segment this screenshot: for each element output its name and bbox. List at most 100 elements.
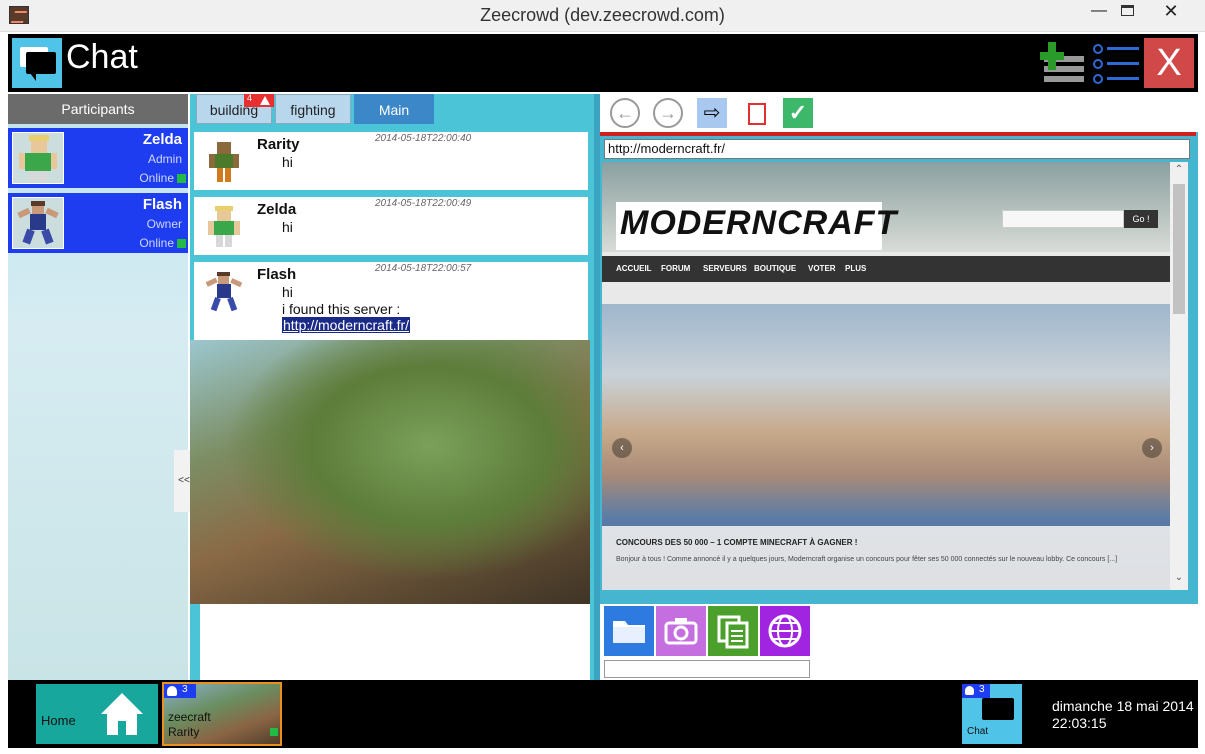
notification-badge: 4: [244, 93, 274, 107]
site-menu-item[interactable]: BOUTIQUE: [754, 264, 796, 273]
participant-role: Admin: [147, 152, 182, 166]
site-menu-item[interactable]: PLUS: [845, 264, 866, 273]
message-link[interactable]: http://moderncraft.fr/: [282, 317, 411, 333]
avatar: [12, 132, 64, 184]
message-author: Rarity: [257, 136, 300, 153]
online-indicator: [177, 174, 186, 183]
copy-icon[interactable]: [708, 606, 758, 656]
site-search-button[interactable]: Go !: [1124, 210, 1158, 228]
site-menu-item[interactable]: SERVEURS: [703, 264, 747, 273]
badge-count: 4: [247, 93, 253, 103]
page-title: Chat: [66, 38, 138, 76]
browser-toolbar: ← → ⇨ ✓: [600, 94, 1198, 132]
maximize-button[interactable]: [1113, 0, 1141, 24]
users-badge: 3: [164, 684, 196, 698]
window-titlebar: Zeecrowd (dev.zeecrowd.com) — ✕: [0, 0, 1205, 32]
slider-caption: CONCOURS DES 50 000 – 1 COMPTE MINECRAFT…: [602, 526, 1170, 590]
message-author: Flash: [257, 266, 297, 283]
scroll-up-icon[interactable]: ⌃: [1170, 164, 1188, 180]
message-timestamp: 2014-05-18T22:00:57: [375, 263, 472, 274]
user-icon: [167, 686, 177, 696]
taskbar: Home 3 zeecraft Rarity 3 Chat dimanche 1…: [8, 680, 1198, 748]
validate-check-icon[interactable]: ✓: [783, 98, 813, 128]
chat-bubble-icon: [982, 698, 1014, 720]
site-logo[interactable]: MODERNCRAFT: [616, 202, 896, 250]
browser-actions: [600, 604, 1198, 680]
avatar: [202, 140, 246, 184]
room-user: Rarity: [168, 725, 200, 739]
message-timestamp: 2014-05-18T22:00:40: [375, 133, 472, 144]
vertical-scrollbar[interactable]: ⌃ ⌄: [1170, 162, 1188, 590]
home-label: Home: [41, 713, 76, 728]
open-external-icon[interactable]: ⇨: [697, 98, 727, 128]
avatar: [202, 205, 246, 249]
article-headline[interactable]: CONCOURS DES 50 000 – 1 COMPTE MINECRAFT…: [616, 538, 857, 547]
app-header: Chat X: [8, 34, 1198, 92]
site-menu-item[interactable]: VOTER: [808, 264, 836, 273]
background-image: [190, 340, 590, 604]
forward-arrow-icon[interactable]: →: [653, 98, 683, 128]
online-indicator: [177, 239, 186, 248]
participant-zelda[interactable]: Zelda Admin Online: [8, 128, 188, 188]
participant-name: Zelda: [142, 131, 182, 148]
url-input[interactable]: http://moderncraft.fr/: [604, 139, 1190, 159]
chat-message: Rarity 2014-05-18T22:00:40 hi: [194, 132, 588, 190]
camera-icon[interactable]: [656, 606, 706, 656]
site-search-input[interactable]: [1002, 210, 1124, 228]
message-text: hi: [282, 154, 293, 170]
site-menu-item[interactable]: ACCUEIL: [616, 264, 652, 273]
user-icon: [965, 686, 974, 695]
site-logo-text: MODERNCRAFT: [620, 204, 898, 242]
stop-icon[interactable]: [741, 98, 771, 128]
maximize-icon: [1120, 5, 1134, 16]
participant-name: Flash: [142, 196, 182, 213]
close-app-button[interactable]: X: [1144, 38, 1194, 88]
scrollbar-thumb[interactable]: [1173, 184, 1185, 314]
chat-app-icon: [12, 38, 62, 88]
slider-next-icon[interactable]: ›: [1142, 438, 1162, 458]
house-icon: [101, 693, 143, 735]
window-close-button[interactable]: ✕: [1141, 0, 1201, 24]
participant-role: Owner: [146, 217, 182, 231]
folder-icon[interactable]: [604, 606, 654, 656]
chat-panel: building fighting Main 4 Rarity 2014-05-…: [190, 93, 594, 680]
chat-message: Flash 2014-05-18T22:00:57 hi i found thi…: [194, 262, 588, 340]
participants-panel: Participants Zelda Admin Online Flash Ow…: [8, 94, 194, 680]
message-text: hi: [282, 219, 293, 235]
scroll-down-icon[interactable]: ⌄: [1170, 572, 1188, 588]
globe-icon[interactable]: [760, 606, 810, 656]
home-button[interactable]: Home: [36, 684, 158, 744]
users-count: 3: [182, 684, 188, 695]
tab-fighting[interactable]: fighting: [275, 94, 351, 124]
participants-heading: Participants: [8, 94, 188, 124]
users-count: 3: [979, 684, 985, 695]
site-menu-item[interactable]: FORUM: [661, 264, 690, 273]
back-arrow-icon[interactable]: ←: [610, 98, 640, 128]
message-text: i found this server :: [282, 301, 401, 317]
chat-message: Zelda 2014-05-18T22:00:49 hi: [194, 197, 588, 255]
message-timestamp: 2014-05-18T22:00:49: [375, 198, 472, 209]
add-room-icon[interactable]: [1040, 42, 1084, 86]
participant-status: Online: [139, 236, 174, 250]
room-name: zeecraft: [168, 710, 211, 724]
chat-tile-label: Chat: [967, 726, 989, 737]
online-indicator: [270, 728, 278, 736]
minimize-button[interactable]: —: [1085, 0, 1113, 24]
room-list-icon[interactable]: [1093, 42, 1141, 86]
chat-tile[interactable]: 3 Chat: [962, 684, 1022, 744]
avatar: [12, 197, 64, 249]
message-compose-area[interactable]: [200, 604, 590, 680]
site-nav-menu: ACCUEIL FORUM SERVEURS BOUTIQUE VOTER PL…: [602, 256, 1170, 282]
slider-prev-icon[interactable]: ‹: [612, 438, 632, 458]
window-title: Zeecrowd (dev.zeecrowd.com): [480, 5, 725, 25]
browser-panel: ← → ⇨ ✓ http://moderncraft.fr/ MODERNCRA…: [600, 94, 1198, 680]
avatar: [202, 270, 246, 314]
participant-flash[interactable]: Flash Owner Online: [8, 193, 188, 253]
room-tile-zeecraft[interactable]: 3 zeecraft Rarity: [162, 682, 282, 746]
web-content-view[interactable]: MODERNCRAFT Go ! ACCUEIL FORUM SERVEURS …: [602, 162, 1170, 590]
participant-status: Online: [139, 171, 174, 185]
tab-main[interactable]: Main: [354, 94, 434, 124]
site-header: MODERNCRAFT Go !: [602, 162, 1170, 252]
site-slider-image[interactable]: ‹ › CONCOURS DES 50 000 – 1 COMPTE MINEC…: [602, 304, 1170, 590]
link-input[interactable]: [604, 660, 810, 678]
